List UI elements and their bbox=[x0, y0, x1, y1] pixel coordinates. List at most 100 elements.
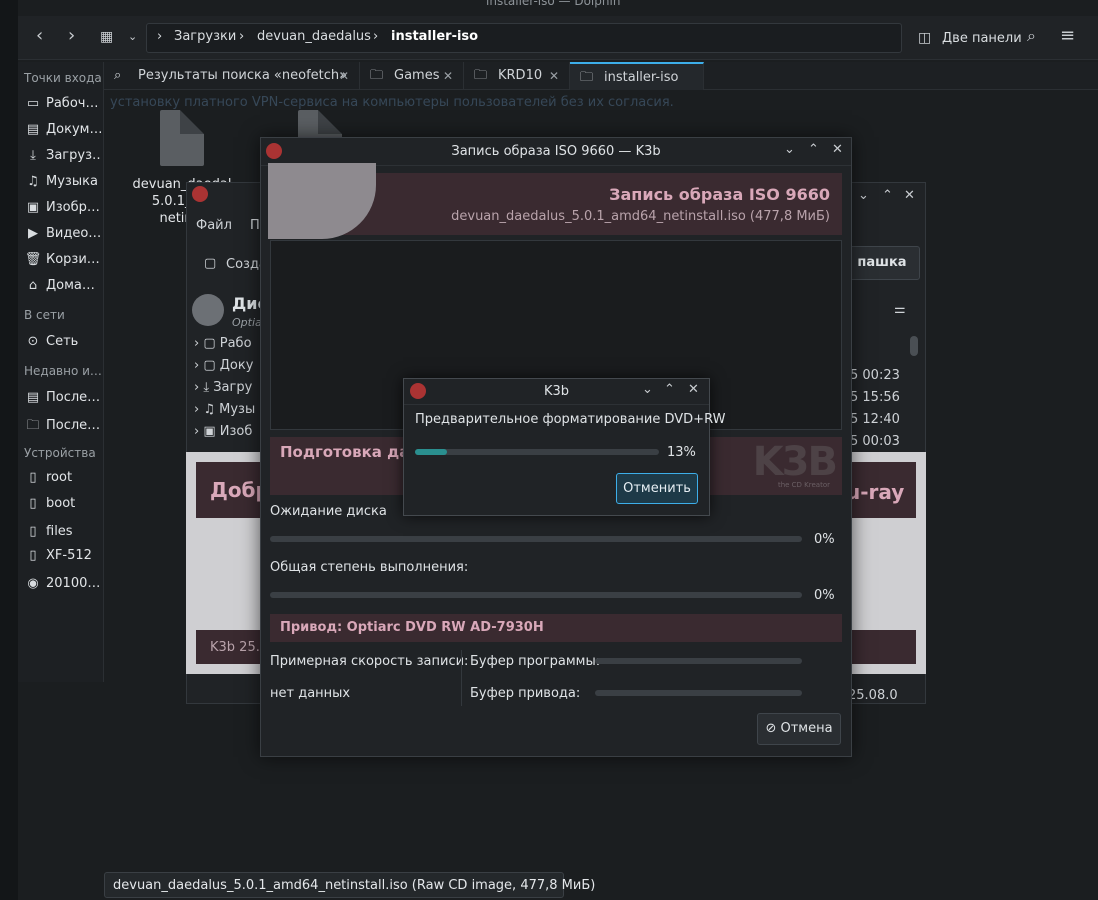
search-icon: ⌕ bbox=[114, 68, 122, 83]
places-heading: Устройства bbox=[24, 446, 96, 460]
tab-games[interactable]: 🗀 Games ✕ bbox=[360, 62, 464, 90]
prep-text: Подготовка да bbox=[280, 443, 410, 461]
places-item[interactable]: ◉ 20100… bbox=[24, 576, 102, 598]
places-item[interactable]: 🗑 Корзи… bbox=[24, 252, 102, 274]
places-item[interactable]: ⤓ Загруз… bbox=[24, 148, 102, 170]
tab-search-results[interactable]: ⌕ Результаты поиска «neofetch» ✕ bbox=[104, 62, 360, 90]
version-text-right: 25.08.0 bbox=[848, 688, 898, 703]
chevron-up-icon[interactable]: ⌃ bbox=[882, 188, 893, 203]
scrollbar-handle[interactable] bbox=[910, 336, 918, 356]
format-dialog-title: K3b bbox=[544, 384, 570, 399]
image-icon: ▣ bbox=[26, 200, 40, 215]
places-item[interactable]: ▤ Докум… bbox=[24, 122, 102, 144]
breadcrumb-item[interactable]: Загрузки bbox=[174, 29, 236, 44]
k3b-app-icon bbox=[410, 383, 426, 399]
breadcrumb-sep-icon: › bbox=[239, 29, 245, 44]
network-icon: ⊙ bbox=[27, 334, 39, 349]
recent-folder-icon: 🗀 bbox=[26, 418, 40, 433]
iso-file-icon[interactable] bbox=[160, 110, 204, 166]
forward-button[interactable]: › bbox=[68, 26, 75, 46]
close-icon[interactable]: ✕ bbox=[549, 62, 559, 90]
tree-item[interactable]: › ⤓ Загру bbox=[194, 380, 252, 395]
iso-dialog-titlebar: Запись образа ISO 9660 — K3b bbox=[261, 138, 851, 166]
wait-label: Ожидание диска bbox=[270, 504, 387, 519]
breadcrumb-sep-icon: › bbox=[157, 29, 163, 44]
breadcrumb-sep-icon: › bbox=[373, 29, 379, 44]
breadcrumb-item[interactable]: devuan_daedalus bbox=[257, 29, 371, 44]
iso-dialog-title: Запись образа ISO 9660 — K3b bbox=[451, 144, 661, 159]
places-heading: Недавно и… bbox=[24, 364, 102, 378]
cancel-label: Отмена bbox=[780, 721, 833, 736]
tree-item[interactable]: › ▢ Доку bbox=[194, 358, 253, 373]
program-buffer-label: Буфер программы: bbox=[470, 654, 601, 669]
file-time: 5 12:40 bbox=[850, 412, 900, 427]
divider bbox=[461, 650, 462, 706]
split-view-icon[interactable]: ◫ bbox=[918, 28, 931, 48]
format-percent: 13% bbox=[667, 445, 696, 460]
tab-krd10[interactable]: 🗀 KRD10 ✕ bbox=[464, 62, 570, 90]
background-text: установку платного VPN-сервиса на компью… bbox=[110, 95, 674, 110]
speed-label: Примерная скорость записи: bbox=[270, 654, 469, 669]
places-item[interactable]: ⊙ Сеть bbox=[24, 334, 102, 356]
close-icon[interactable]: ✕ bbox=[832, 142, 843, 157]
iso-cancel-button[interactable]: ⊘ Отмена bbox=[757, 713, 841, 745]
places-item[interactable]: ▶ Видео… bbox=[24, 226, 102, 248]
file-time: 5 00:23 bbox=[850, 368, 900, 383]
new-project-icon: ▢ bbox=[204, 256, 217, 271]
tab-installer-iso[interactable]: 🗀 installer-iso bbox=[570, 62, 704, 90]
video-icon: ▶ bbox=[28, 226, 38, 241]
chevron-down-icon[interactable]: ⌄ bbox=[784, 142, 795, 157]
speed-value: нет данных bbox=[270, 686, 351, 701]
settings-sliders-icon[interactable]: ⚌ bbox=[894, 302, 906, 317]
menu-item[interactable]: П bbox=[250, 218, 260, 233]
breadcrumb-current[interactable]: installer-iso bbox=[391, 29, 478, 44]
drive-buffer-label: Буфер привода: bbox=[470, 686, 581, 701]
hamburger-menu-icon[interactable]: ≡ bbox=[1060, 26, 1075, 46]
search-icon[interactable]: ⌕ bbox=[1027, 26, 1036, 46]
close-icon[interactable]: ✕ bbox=[339, 62, 349, 90]
file-time: 5 00:03 bbox=[850, 434, 900, 449]
drive-banner: Привод: Optiarc DVD RW AD-7930H bbox=[270, 614, 842, 642]
menu-file[interactable]: Файл bbox=[196, 218, 232, 233]
chevron-down-icon[interactable]: ⌄ bbox=[858, 188, 869, 203]
places-item[interactable]: 🗀 После… bbox=[24, 416, 102, 438]
overall-label: Общая степень выполнения: bbox=[270, 560, 469, 575]
program-buffer-bar bbox=[595, 658, 802, 664]
wait-progress-bar bbox=[270, 536, 802, 542]
view-mode-icon[interactable]: ▦ bbox=[100, 27, 113, 47]
iso-header-banner: Запись образа ISO 9660 devuan_daedalus_5… bbox=[268, 163, 842, 239]
status-bar: devuan_daedalus_5.0.1_amd64_netinstall.i… bbox=[104, 872, 595, 898]
places-item[interactable]: ▯ root bbox=[24, 470, 102, 492]
close-icon[interactable]: ✕ bbox=[443, 62, 453, 90]
k3b-app-icon bbox=[266, 143, 282, 159]
folder-icon: 🗀 bbox=[580, 70, 594, 85]
places-item[interactable]: ▭ Рабоч… bbox=[24, 96, 102, 118]
trash-icon: 🗑 bbox=[24, 252, 42, 267]
places-item[interactable]: ⌂ Дома… bbox=[24, 278, 102, 300]
welcome-text-right: u-ray bbox=[846, 480, 905, 504]
split-view-button[interactable]: Две панели bbox=[942, 31, 1022, 46]
places-item[interactable]: ▯ boot bbox=[24, 496, 102, 518]
places-item[interactable]: ▯ XF-512 bbox=[24, 548, 102, 570]
places-item[interactable]: ▯ files bbox=[24, 524, 102, 546]
places-item[interactable]: ▤ После… bbox=[24, 390, 102, 412]
tree-item[interactable]: › ▢ Рабо bbox=[194, 336, 252, 351]
tree-item[interactable]: › ♫ Музы bbox=[194, 402, 255, 417]
burn-button[interactable]: пашка bbox=[844, 246, 920, 280]
iso-header-title: Запись образа ISO 9660 bbox=[609, 185, 830, 204]
format-cancel-button[interactable]: Отменить bbox=[616, 473, 698, 504]
view-mode-chevron-icon[interactable]: ⌄ bbox=[128, 27, 137, 47]
close-icon[interactable]: ✕ bbox=[688, 382, 699, 397]
chevron-up-icon[interactable]: ⌃ bbox=[664, 382, 675, 397]
back-button[interactable]: ‹ bbox=[36, 26, 43, 46]
close-icon[interactable]: ✕ bbox=[904, 188, 915, 203]
format-progress-fill bbox=[415, 449, 447, 455]
places-heading: В сети bbox=[24, 308, 65, 322]
chevron-up-icon[interactable]: ⌃ bbox=[808, 142, 819, 157]
tab-label: KRD10 bbox=[498, 68, 543, 83]
recent-files-icon: ▤ bbox=[26, 390, 40, 405]
places-item[interactable]: ♫ Музыка bbox=[24, 174, 102, 196]
chevron-down-icon[interactable]: ⌄ bbox=[642, 382, 653, 397]
places-item[interactable]: ▣ Изобр… bbox=[24, 200, 102, 222]
tree-item[interactable]: › ▣ Изоб bbox=[194, 424, 252, 439]
